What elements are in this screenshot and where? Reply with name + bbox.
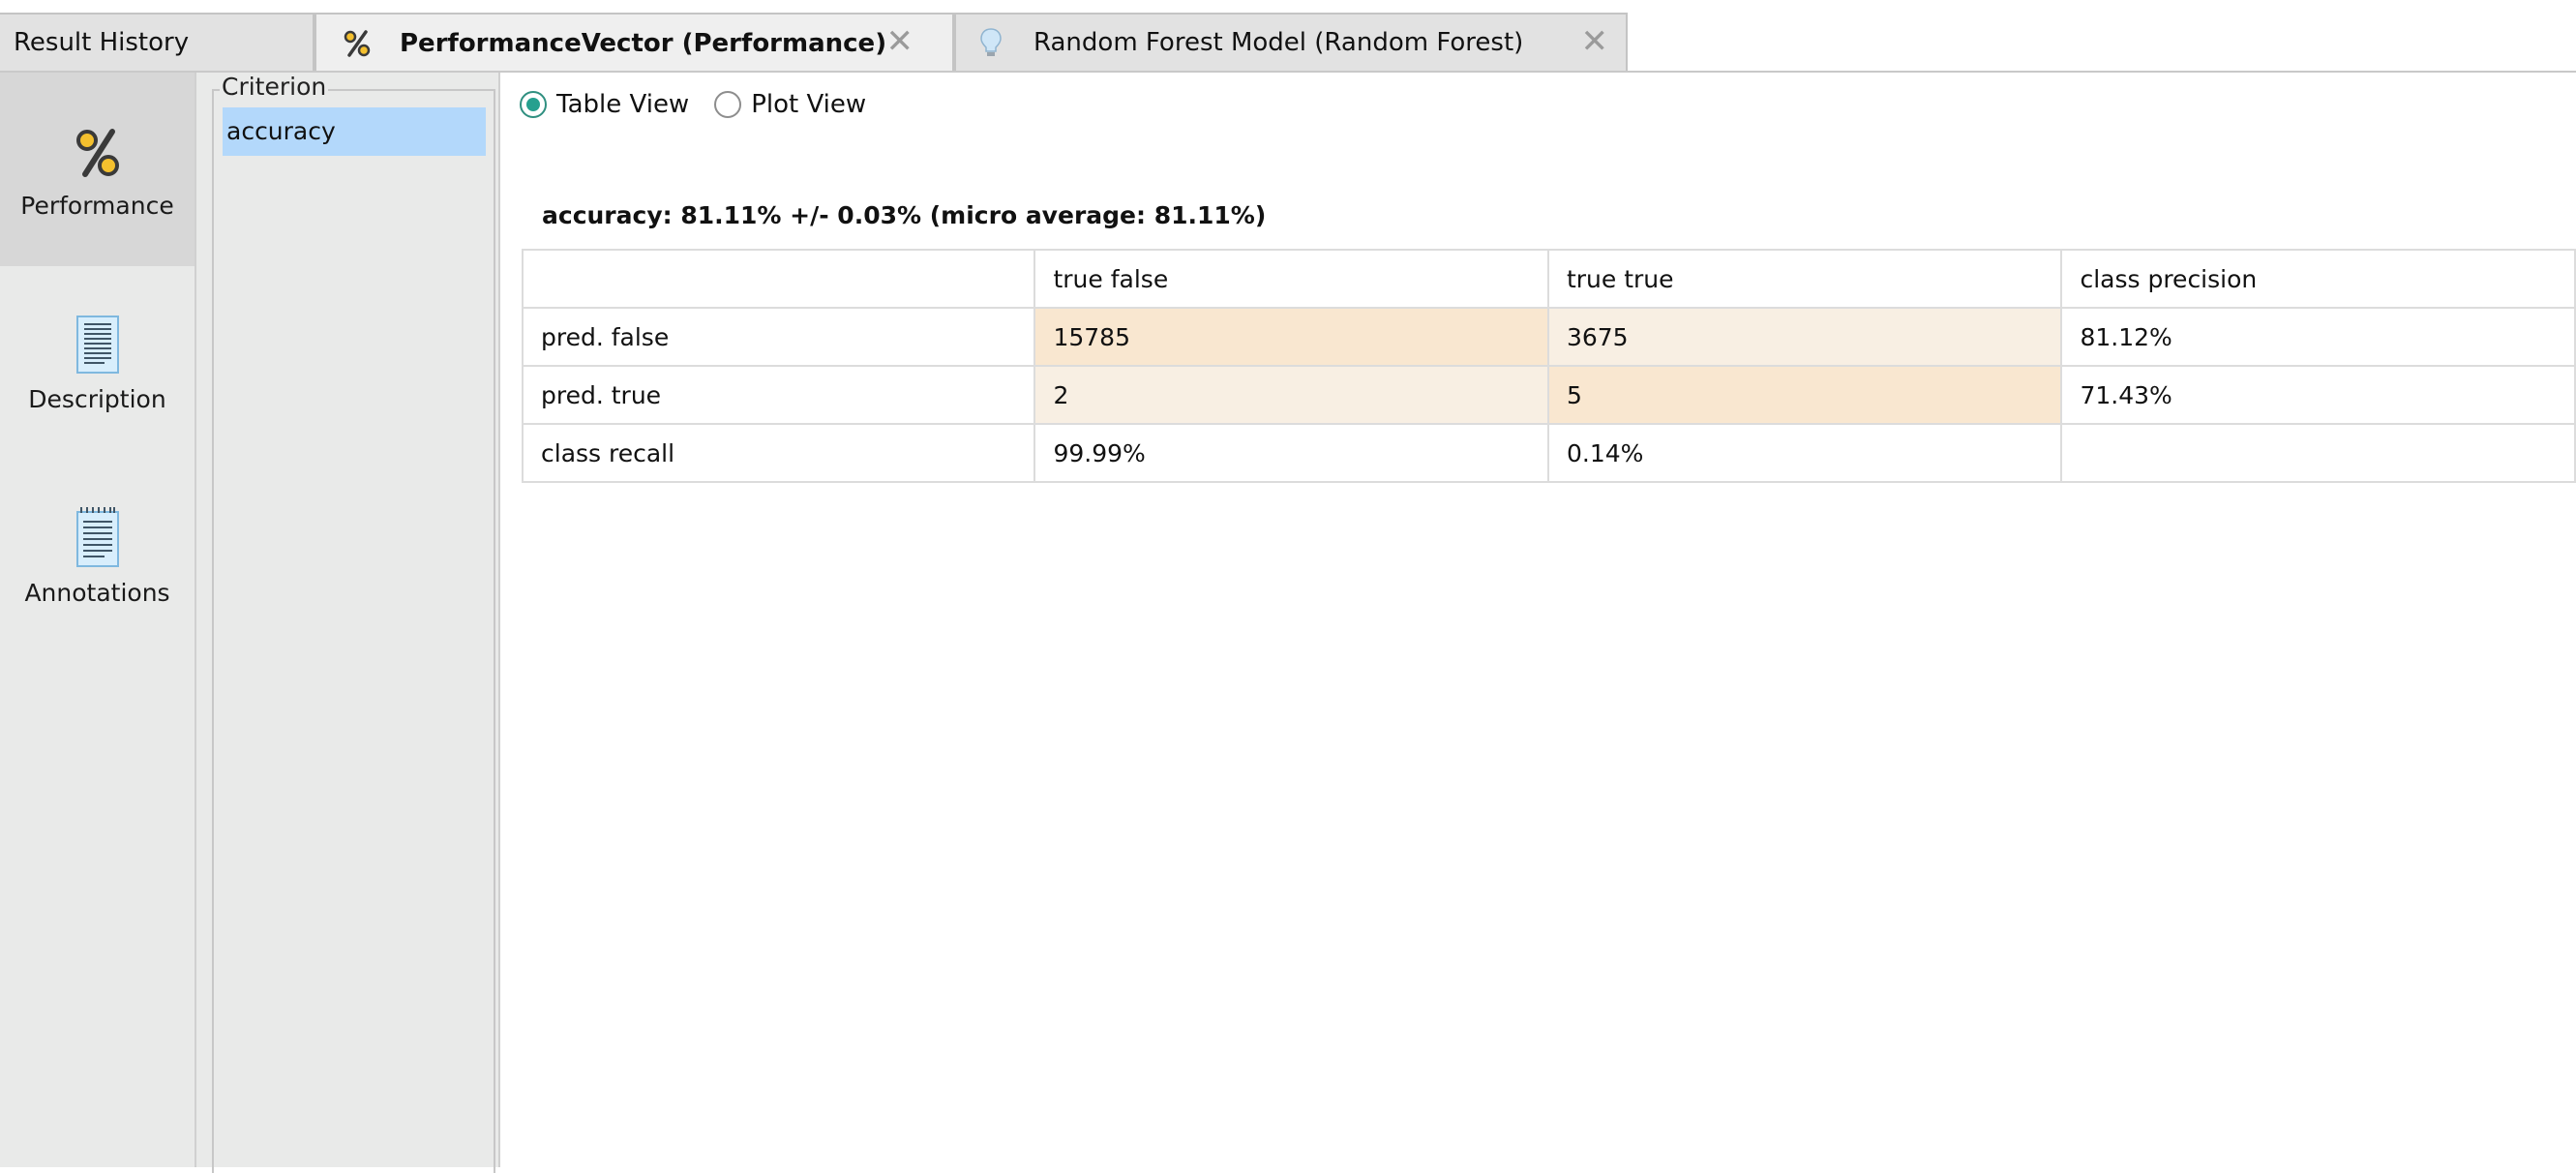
table-view-label[interactable]: Table View <box>556 90 689 119</box>
performance-view: Table View Plot View accuracy: 81.11% +/… <box>500 73 2576 1167</box>
sidebar-item-label: Performance <box>20 192 174 220</box>
table-cell <box>2060 423 2576 483</box>
view-sidebar: Performance Description Annotations <box>0 73 196 1167</box>
table-header-cell: class precision <box>2060 249 2576 309</box>
table-row: pred. true 2 5 71.43% <box>521 365 2576 425</box>
tab-label: PerformanceVector (Performance) <box>400 29 887 58</box>
table-header-cell <box>521 249 1036 309</box>
plot-view-label[interactable]: Plot View <box>751 90 866 119</box>
table-header-cell: true false <box>1033 249 1549 309</box>
lightbulb-icon <box>973 27 1008 58</box>
table-header-cell: true true <box>1546 249 2063 309</box>
table-cell: 81.12% <box>2060 307 2576 367</box>
accuracy-summary: accuracy: 81.11% +/- 0.03% (micro averag… <box>542 201 1267 229</box>
percent-icon <box>340 29 374 58</box>
tab-label: Random Forest Model (Random Forest) <box>1033 28 1524 57</box>
sidebar-item-label: Description <box>28 385 166 413</box>
sidebar-item-description[interactable]: Description <box>0 266 195 460</box>
table-cell: 71.43% <box>2060 365 2576 425</box>
table-cell: 3675 <box>1546 307 2063 367</box>
table-header-row: true false true true class precision <box>521 249 2576 309</box>
sidebar-item-performance[interactable]: Performance <box>0 73 195 266</box>
criterion-legend: Criterion <box>220 73 329 102</box>
table-row: class recall 99.99% 0.14% <box>521 423 2576 483</box>
table-row: pred. false 15785 3675 81.12% <box>521 307 2576 367</box>
table-cell: 0.14% <box>1546 423 2063 483</box>
percent-icon <box>0 126 195 180</box>
row-label-cell: pred. false <box>521 307 1036 367</box>
table-cell: 99.99% <box>1033 423 1549 483</box>
document-icon <box>0 315 195 375</box>
sidebar-item-annotations[interactable]: Annotations <box>0 460 195 653</box>
view-toggle: Table View Plot View <box>520 90 891 119</box>
result-tab-bar: Result History PerformanceVector (Perfor… <box>0 0 2576 73</box>
confusion-matrix-table: true false true true class precision pre… <box>521 249 2576 483</box>
table-cell: 15785 <box>1033 307 1549 367</box>
notepad-icon <box>0 506 195 568</box>
table-view-radio[interactable] <box>520 91 547 118</box>
close-icon[interactable]: ✕ <box>1581 25 1609 58</box>
criterion-item-accuracy[interactable]: accuracy <box>223 107 486 156</box>
table-cell: 5 <box>1546 365 2063 425</box>
table-cell: 2 <box>1033 365 1549 425</box>
tab-random-forest-model[interactable]: Random Forest Model (Random Forest) ✕ <box>954 13 1628 71</box>
sidebar-item-label: Annotations <box>24 579 170 607</box>
tab-performance-vector[interactable]: PerformanceVector (Performance) ✕ <box>315 13 954 73</box>
criterion-panel: Criterion accuracy <box>196 73 499 1173</box>
plot-view-radio[interactable] <box>714 91 742 118</box>
tab-label: Result History <box>14 28 190 57</box>
row-label-cell: pred. true <box>521 365 1036 425</box>
tab-result-history[interactable]: Result History <box>0 13 315 71</box>
close-icon[interactable]: ✕ <box>886 25 914 58</box>
criterion-group <box>212 89 495 1173</box>
row-label-cell: class recall <box>521 423 1036 483</box>
